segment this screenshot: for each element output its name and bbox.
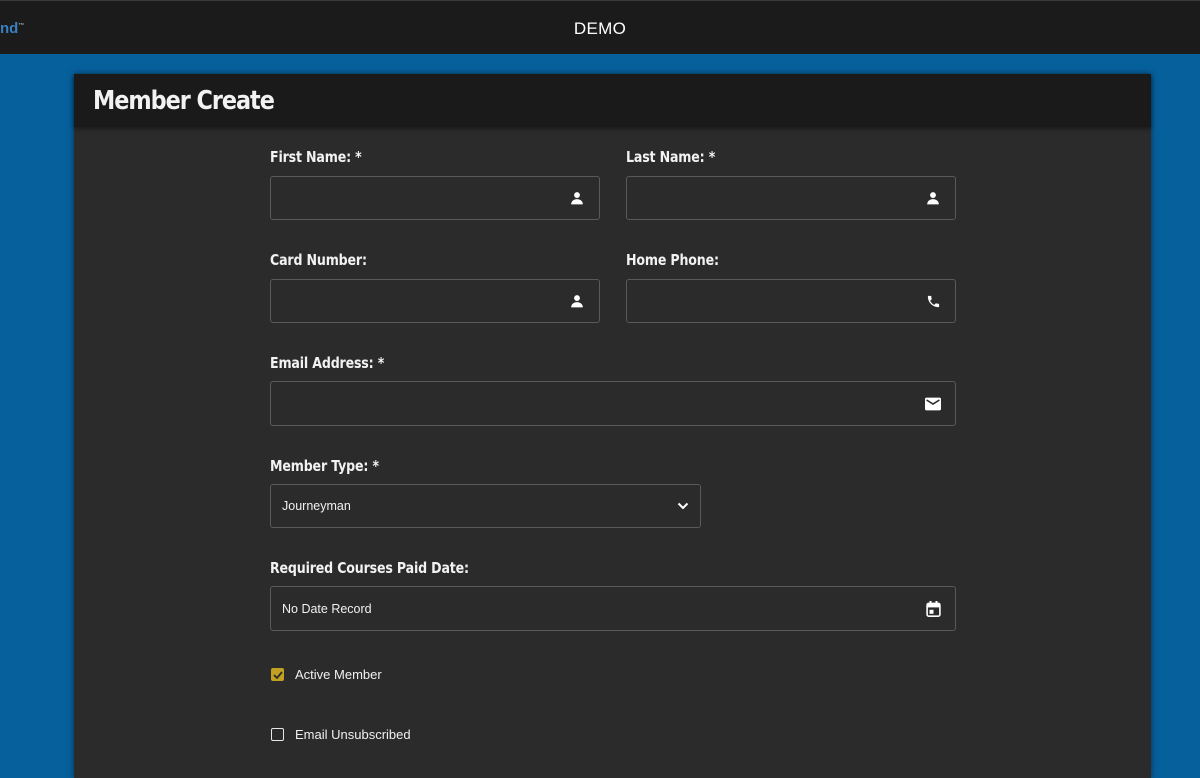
- first-name-input[interactable]: [271, 177, 599, 219]
- email-label: Email Address: *: [270, 354, 385, 372]
- active-member-checkbox-row[interactable]: Active Member: [271, 667, 382, 682]
- calendar-icon[interactable]: [925, 600, 941, 617]
- home-phone-field: [626, 279, 956, 323]
- person-icon: [569, 190, 585, 206]
- paid-date-value: No Date Record: [282, 602, 372, 616]
- card-number-input[interactable]: [271, 280, 599, 322]
- panel-header: Member Create: [74, 74, 1151, 127]
- email-input[interactable]: [271, 382, 955, 425]
- email-unsubscribed-checkbox[interactable]: [271, 728, 284, 741]
- phone-icon: [925, 293, 941, 309]
- member-type-label: Member Type: *: [270, 457, 379, 475]
- person-icon: [569, 293, 585, 309]
- email-field: [270, 381, 956, 426]
- chevron-down-icon: [675, 498, 691, 514]
- first-name-label: First Name: *: [270, 148, 362, 166]
- email-unsubscribed-checkbox-row[interactable]: Email Unsubscribed: [271, 727, 411, 742]
- card-number-label: Card Number:: [270, 251, 367, 269]
- page-title: Member Create: [93, 86, 275, 116]
- active-member-label: Active Member: [295, 667, 382, 682]
- home-phone-input[interactable]: [627, 280, 955, 322]
- top-app-bar: nd™ DEMO: [0, 0, 1200, 54]
- member-create-panel: Member Create: [74, 74, 1151, 778]
- card-number-field: [270, 279, 600, 323]
- paid-date-field[interactable]: No Date Record: [270, 586, 956, 631]
- mail-icon: [925, 396, 941, 412]
- last-name-field: [626, 176, 956, 220]
- paid-date-label: Required Courses Paid Date:: [270, 559, 469, 577]
- home-phone-label: Home Phone:: [626, 251, 719, 269]
- email-unsubscribed-label: Email Unsubscribed: [295, 727, 411, 742]
- first-name-field: [270, 176, 600, 220]
- last-name-input[interactable]: [627, 177, 955, 219]
- member-type-select[interactable]: Journeyman: [270, 484, 701, 528]
- app-title: DEMO: [573, 19, 627, 38]
- last-name-label: Last Name: *: [626, 148, 716, 166]
- member-type-selected-value: Journeyman: [282, 499, 351, 513]
- check-icon: [272, 670, 283, 679]
- active-member-checkbox[interactable]: [271, 668, 284, 681]
- person-icon: [925, 190, 941, 206]
